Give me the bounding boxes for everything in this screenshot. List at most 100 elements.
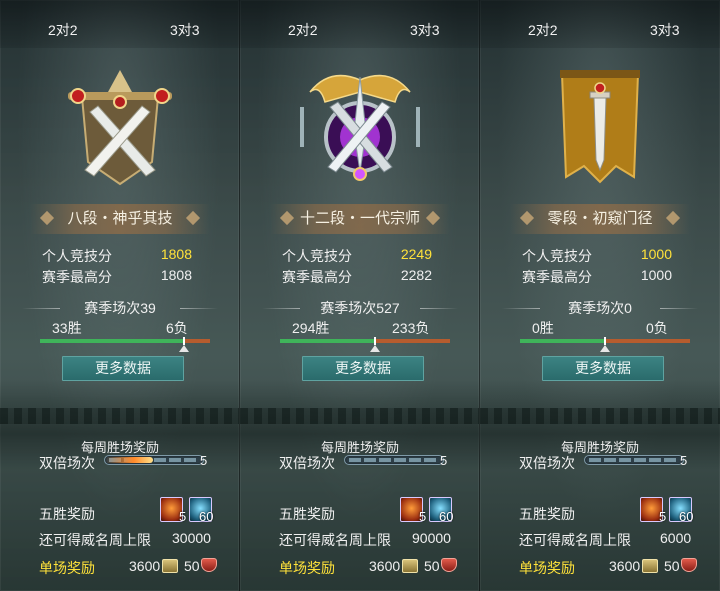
season-best-label: 赛季最高分 [522, 269, 592, 285]
single-reward-value-2: 50 [664, 558, 680, 574]
red-shield-icon [441, 558, 457, 572]
weekly-cap-value: 90000 [412, 530, 451, 546]
personal-score-value: 1808 [160, 246, 192, 262]
losses-count: 233负 [392, 320, 430, 336]
double-bar-ticks [589, 458, 679, 462]
double-matches-value: 5 [680, 453, 688, 468]
blue-item-count: 60 [679, 509, 694, 524]
win-segment [280, 339, 375, 343]
arena-panel-2: 2对2 3对3 十二段・一代宗师 个人竞技分 2249 赛季最高分 2282 赛… [240, 0, 480, 591]
win-loss-marker [183, 337, 185, 345]
win-loss-bar [280, 337, 450, 352]
fire-item-count: 5 [659, 509, 667, 524]
weekly-cap-label: 还可得威名周上限 [519, 532, 631, 548]
single-reward-value-1: 3600 [369, 558, 401, 574]
tab-3v3[interactable]: 3对3 [170, 20, 200, 40]
win-loss-bar [40, 337, 210, 352]
wins-count: 294胜 [292, 320, 330, 336]
win-loss-bar [520, 337, 690, 352]
red-shield-icon [201, 558, 217, 572]
double-matches-value: 5 [200, 453, 208, 468]
weekly-cap-label: 还可得威名周上限 [39, 532, 151, 548]
blue-item-count: 60 [199, 509, 214, 524]
rank-title: 八段・神乎其技 [30, 204, 210, 234]
single-reward-label: 单场奖励 [279, 560, 335, 576]
personal-score-label: 个人竞技分 [42, 248, 112, 264]
mode-tabs: 2对2 3对3 [240, 0, 479, 48]
tab-2v2[interactable]: 2对2 [48, 20, 78, 40]
season-matches: 赛季场次527 [262, 298, 458, 318]
fire-item-count: 5 [419, 509, 427, 524]
win-segment [40, 339, 184, 343]
fire-item-count: 5 [179, 509, 187, 524]
personal-score-label: 个人竞技分 [522, 248, 592, 264]
fame-coin-icon [402, 559, 418, 573]
season-matches: 赛季场次39 [22, 298, 218, 318]
arena-panels: 2对2 3对3 八段・神乎其技 个人竞技分 1808 赛季最高分 1808 赛季… [0, 0, 720, 591]
single-reward-value-2: 50 [184, 558, 200, 574]
win-loss-marker [374, 337, 376, 345]
red-shield-icon [681, 558, 697, 572]
wins-count: 0胜 [532, 320, 554, 336]
personal-score-label: 个人竞技分 [282, 248, 352, 264]
win-loss-marker-arrow-icon [370, 345, 380, 352]
double-matches-value: 5 [440, 453, 448, 468]
five-win-reward-label: 五胜奖励 [39, 506, 95, 522]
single-reward-value-1: 3600 [609, 558, 641, 574]
tab-3v3[interactable]: 3对3 [410, 20, 440, 40]
winged-purple-gem-crest-icon [300, 74, 420, 181]
more-data-button[interactable]: 更多数据 [302, 356, 424, 381]
double-bar-ticks [349, 458, 439, 462]
season-matches: 赛季场次0 [502, 298, 698, 318]
single-reward-value-2: 50 [424, 558, 440, 574]
personal-score-value: 1000 [640, 246, 672, 262]
rank-title: 零段・初窥门径 [510, 204, 690, 234]
arena-panel-3: 2对2 3对3 零段・初窥门径 个人竞技分 1000 赛季最高分 1000 赛季… [480, 0, 720, 591]
double-matches-label: 双倍场次 [39, 455, 95, 471]
single-reward-label: 单场奖励 [519, 560, 575, 576]
more-data-button[interactable]: 更多数据 [542, 356, 664, 381]
loss-segment [184, 339, 210, 343]
double-matches-bar [104, 455, 204, 465]
weekly-cap-label: 还可得威名周上限 [279, 532, 391, 548]
fame-coin-icon [642, 559, 658, 573]
wins-count: 33胜 [52, 320, 82, 336]
tab-3v3[interactable]: 3对3 [650, 20, 680, 40]
blue-item-count: 60 [439, 509, 454, 524]
more-data-button[interactable]: 更多数据 [62, 356, 184, 381]
loss-segment [375, 339, 450, 343]
double-bar-fill [105, 457, 153, 463]
rank-title: 十二段・一代宗师 [270, 204, 450, 234]
win-loss-marker-arrow-icon [600, 345, 610, 352]
tab-2v2[interactable]: 2对2 [528, 20, 558, 40]
tab-2v2[interactable]: 2对2 [288, 20, 318, 40]
losses-count: 0负 [646, 320, 668, 336]
five-win-reward-label: 五胜奖励 [279, 506, 335, 522]
personal-score-value: 2249 [400, 246, 432, 262]
season-best-label: 赛季最高分 [42, 269, 112, 285]
season-best-value: 2282 [400, 267, 432, 283]
single-reward-value-1: 3600 [129, 558, 161, 574]
season-best-value: 1808 [160, 267, 192, 283]
season-best-value: 1000 [640, 267, 672, 283]
mode-tabs: 2对2 3对3 [0, 0, 239, 48]
weekly-cap-value: 6000 [660, 530, 692, 546]
double-matches-bar [344, 455, 444, 465]
double-matches-label: 双倍场次 [279, 455, 335, 471]
single-reward-label: 单场奖励 [39, 560, 95, 576]
losses-count: 6负 [166, 320, 188, 336]
loss-segment [605, 339, 690, 343]
win-loss-marker [604, 337, 606, 345]
crossed-swords-crest-icon [68, 70, 172, 186]
double-matches-bar [584, 455, 684, 465]
sword-banner-crest-icon [560, 70, 640, 184]
win-segment [520, 339, 605, 343]
weekly-cap-value: 30000 [172, 530, 211, 546]
arena-panel-1: 2对2 3对3 八段・神乎其技 个人竞技分 1808 赛季最高分 1808 赛季… [0, 0, 240, 591]
five-win-reward-label: 五胜奖励 [519, 506, 575, 522]
double-matches-label: 双倍场次 [519, 455, 575, 471]
fame-coin-icon [162, 559, 178, 573]
season-best-label: 赛季最高分 [282, 269, 352, 285]
win-loss-marker-arrow-icon [179, 345, 189, 352]
mode-tabs: 2对2 3对3 [480, 0, 720, 48]
